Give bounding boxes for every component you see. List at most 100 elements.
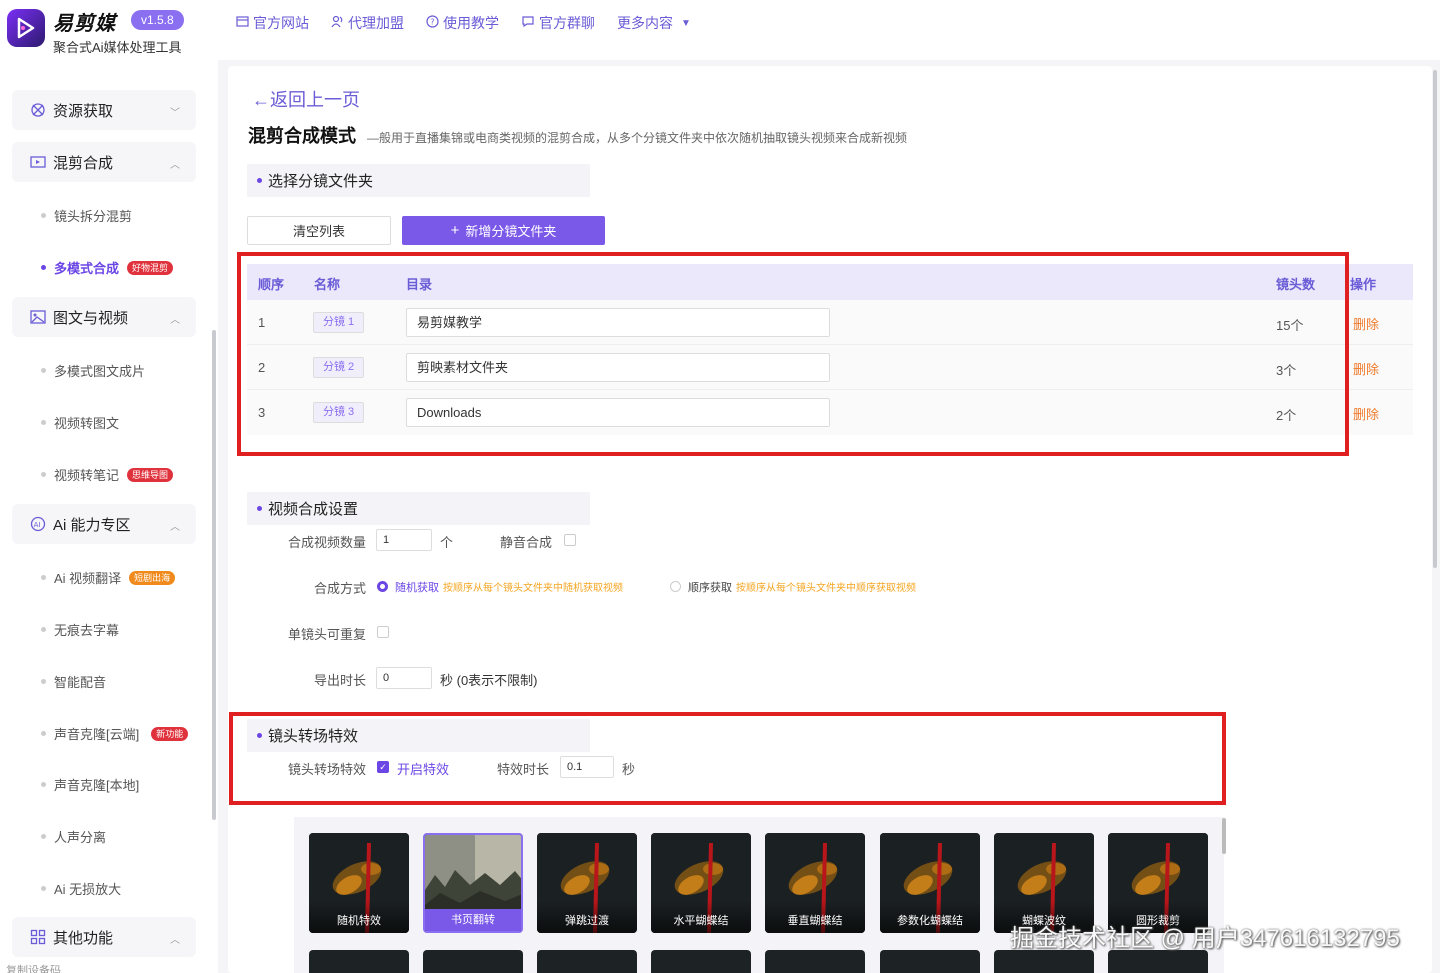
app-logo-icon — [7, 9, 45, 47]
watermark: 掘金技术社区 @ 用户347616132795 — [1010, 925, 1400, 952]
effect-card-label: 书页翻转 — [425, 909, 521, 931]
effect-card[interactable]: 书页翻转 — [423, 833, 523, 933]
chevron-up-icon: ︿ — [170, 160, 180, 171]
clear-list-button[interactable]: 清空列表 — [247, 216, 391, 245]
duration-unit: 秒 (0表示不限制) — [440, 673, 538, 688]
duration-input[interactable]: 0 — [376, 667, 432, 689]
effect-card-next-row[interactable] — [994, 950, 1094, 973]
caret-down-icon: ▼ — [681, 17, 691, 29]
sidebar-group-image-video[interactable]: 图文与视频 ︿ — [12, 297, 196, 337]
sidebar-item-vocal-separation[interactable]: 人声分离 — [41, 827, 106, 846]
effect-card-next-row[interactable] — [1108, 950, 1208, 973]
badge-mindmap: 思维导图 — [127, 467, 174, 482]
effect-card[interactable]: 随机特效 — [309, 833, 409, 933]
page-description: —般用于直播集锦或电商类视频的混剪合成，从多个分镜文件夹中依次随机抽取镜头视频来… — [367, 131, 908, 145]
col-op: 操作 — [1350, 277, 1377, 292]
effect-card-label: 垂直蝴蝶结 — [765, 901, 865, 933]
effect-card-label: 弹跳过渡 — [537, 901, 637, 933]
svg-text:AI: AI — [33, 521, 40, 529]
badge-hot: 好物混剪 — [127, 260, 174, 275]
grid-icon — [29, 929, 46, 946]
app-brand: 易剪媒 — [53, 13, 116, 35]
effect-card-next-row[interactable] — [309, 950, 409, 973]
mode-label: 合成方式 — [314, 581, 367, 596]
sidebar-group-ai[interactable]: AI Ai 能力专区 ︿ — [12, 504, 196, 544]
mute-label: 静音合成 — [500, 535, 553, 550]
sidebar-item-ai-upscale[interactable]: Ai 无损放大 — [41, 879, 121, 898]
count-input[interactable]: 1 — [376, 529, 432, 551]
delete-button[interactable]: 删除 — [1353, 404, 1379, 423]
badge-new: 新功能 — [151, 726, 189, 741]
main-scrollbar[interactable] — [1433, 70, 1437, 568]
effect-card-label: 水平蝴蝶结 — [651, 901, 751, 933]
repeat-checkbox[interactable] — [377, 626, 389, 638]
sidebar-item-dubbing[interactable]: 智能配音 — [41, 672, 106, 691]
effect-card[interactable]: 弹跳过渡 — [537, 833, 637, 933]
nav-tutorial[interactable]: ? 使用教学 — [426, 14, 499, 32]
sidebar-item-ai-translate[interactable]: Ai 视频翻译 短剧出海 — [41, 568, 176, 587]
page-title: 混剪合成模式 — [248, 126, 356, 146]
effect-card-next-row[interactable] — [537, 950, 637, 973]
help-circle-icon: ? — [426, 15, 439, 31]
effect-card-next-row[interactable] — [765, 950, 865, 973]
effect-card-next-row[interactable] — [423, 950, 523, 973]
add-folder-button[interactable]: + 新增分镜文件夹 — [402, 216, 605, 245]
sidebar-item-video-to-text[interactable]: 视频转图文 — [41, 413, 119, 432]
resource-icon — [29, 102, 46, 119]
section-synth: 视频合成设置 — [247, 492, 590, 525]
sidebar-item-remove-subtitle[interactable]: 无痕去字幕 — [41, 620, 119, 639]
mute-checkbox[interactable] — [564, 534, 576, 546]
sidebar-group-resource[interactable]: 资源获取 ﹀ — [12, 90, 196, 130]
device-code-link[interactable]: 复制设备码 — [6, 962, 61, 973]
badge-overseas: 短剧出海 — [129, 570, 176, 585]
chevron-up-icon: ︿ — [170, 522, 180, 533]
sidebar-item-multi-mode[interactable]: 多模式合成 好物混剪 — [41, 258, 174, 277]
highlight-box-transition — [229, 712, 1226, 805]
mode-seq-label: 顺序获取 — [688, 582, 732, 594]
nav-official-site[interactable]: 官方网站 — [236, 14, 309, 32]
mode-seq-radio[interactable] — [670, 581, 681, 592]
sidebar-scrollbar[interactable] — [212, 330, 216, 820]
arrow-left-icon: ← — [252, 90, 270, 110]
version-badge: v1.5.8 — [131, 10, 184, 30]
nav-more[interactable]: 更多内容 ▼ — [617, 14, 691, 32]
back-link[interactable]: ←返回上一页 — [252, 86, 360, 112]
sidebar-item-voice-clone-local[interactable]: 声音克隆[本地] — [41, 775, 139, 794]
mode-random-radio[interactable] — [377, 581, 388, 592]
effect-card[interactable]: 水平蝴蝶结 — [651, 833, 751, 933]
sidebar-item-multi-graphic[interactable]: 多模式图文成片 — [41, 361, 145, 380]
sidebar-group-other[interactable]: 其他功能 ︿ — [12, 917, 196, 957]
effect-card-label: 参数化蝴蝶结 — [880, 901, 980, 933]
chevron-up-icon: ︿ — [170, 315, 180, 326]
svg-text:?: ? — [430, 18, 434, 27]
sidebar-group-mix[interactable]: 混剪合成 ︿ — [12, 142, 196, 182]
mode-random-label: 随机获取 — [395, 582, 439, 594]
effect-card-next-row[interactable] — [880, 950, 980, 973]
delete-button[interactable]: 删除 — [1353, 359, 1379, 378]
nav-agent[interactable]: 代理加盟 — [331, 14, 404, 32]
nav-group-chat[interactable]: 官方群聊 — [521, 14, 595, 32]
image-icon — [29, 309, 46, 326]
effects-scrollbar[interactable] — [1222, 818, 1226, 854]
mode-random-hint: 按顺序从每个镜头文件夹中随机获取视频 — [443, 583, 623, 594]
effect-card-label: 随机特效 — [309, 901, 409, 933]
plus-icon: + — [450, 222, 460, 239]
chevron-down-icon: ﹀ — [170, 108, 180, 119]
effect-card[interactable]: 参数化蝴蝶结 — [880, 833, 980, 933]
top-nav: 官方网站 代理加盟 ? 使用教学 官方群聊 更多内容 ▼ — [236, 14, 691, 32]
duration-label: 导出时长 — [314, 673, 367, 688]
sidebar-item-voice-clone-cloud[interactable]: 声音克隆[云端] 新功能 — [41, 724, 189, 743]
section-folders: 选择分镜文件夹 — [247, 164, 590, 197]
sidebar-item-split-mix[interactable]: 镜头拆分混剪 — [41, 206, 132, 225]
chat-icon — [521, 15, 535, 31]
count-unit: 个 — [440, 535, 454, 550]
delete-button[interactable]: 删除 — [1353, 314, 1379, 333]
count-label: 合成视频数量 — [288, 535, 367, 550]
user-group-icon — [331, 15, 344, 31]
effect-card[interactable]: 垂直蝴蝶结 — [765, 833, 865, 933]
video-icon — [29, 154, 46, 171]
mode-seq-hint: 按顺序从每个镜头文件夹中顺序获取视频 — [736, 583, 916, 594]
top-bar: 易剪媒 v1.5.8 聚合式Ai媒体处理工具 官方网站 代理加盟 ? 使用教学 官… — [0, 0, 1440, 60]
effect-card-next-row[interactable] — [651, 950, 751, 973]
sidebar-item-video-to-note[interactable]: 视频转笔记 思维导图 — [41, 465, 174, 484]
